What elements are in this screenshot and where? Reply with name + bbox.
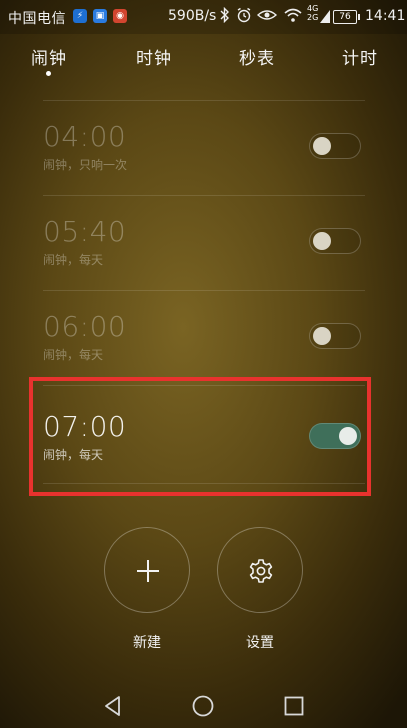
- plus-icon: [137, 560, 159, 582]
- wifi-icon: [283, 7, 303, 27]
- alarm-time: 06:00: [43, 310, 127, 343]
- alarm-clock-icon: [236, 7, 252, 27]
- back-icon[interactable]: [101, 694, 125, 718]
- tab-bar: 闹钟 时钟 秒表 计时: [0, 44, 407, 84]
- alarm-time: 04:00: [43, 120, 127, 153]
- alarm-description: 闹钟，每天: [43, 253, 104, 267]
- status-bar: 中国电信 ⚡ ▣ ◉ 590B/s 4G 2G 76 14:41: [0, 0, 407, 34]
- battery-indicator: 76: [333, 10, 360, 24]
- tab-clock[interactable]: 时钟: [136, 44, 172, 69]
- running-app-icon: ⚡: [73, 9, 87, 23]
- tab-timer[interactable]: 计时: [342, 44, 378, 69]
- network-type: 4G 2G: [307, 4, 318, 22]
- new-alarm-button[interactable]: [104, 527, 190, 613]
- weibo-app-icon: ◉: [113, 9, 127, 23]
- gear-icon: [249, 559, 273, 583]
- alarm-description: 闹钟，只响一次: [43, 158, 128, 172]
- toggle-knob: [313, 327, 331, 345]
- alarm-toggle[interactable]: [309, 228, 361, 254]
- tab-alarm[interactable]: 闹钟: [31, 44, 67, 69]
- navigation-bar: [0, 684, 407, 728]
- new-alarm-label: 新建: [133, 635, 161, 651]
- clock-time: 14:41: [365, 8, 406, 24]
- toggle-knob: [313, 232, 331, 250]
- alarm-item[interactable]: 04:00 闹钟，只响一次: [43, 100, 365, 195]
- recent-apps-icon[interactable]: [282, 694, 306, 718]
- alarm-item[interactable]: 05:40 闹钟，每天: [43, 195, 365, 290]
- active-tab-indicator: [46, 71, 51, 76]
- carrier-label: 中国电信: [8, 11, 66, 27]
- net-speed: 590B/s: [168, 8, 217, 24]
- tab-stopwatch[interactable]: 秒表: [239, 44, 275, 69]
- settings-button[interactable]: [217, 527, 303, 613]
- gallery-app-icon: ▣: [93, 9, 107, 23]
- eye-comfort-icon: [256, 7, 278, 27]
- alarm-toggle[interactable]: [309, 323, 361, 349]
- settings-label: 设置: [246, 635, 274, 651]
- network-type-top: 4G: [307, 4, 319, 13]
- alarm-toggle[interactable]: [309, 133, 361, 159]
- network-type-bottom: 2G: [307, 13, 319, 22]
- alarm-item[interactable]: 06:00 闹钟，每天: [43, 290, 365, 385]
- alarm-description: 闹钟，每天: [43, 348, 104, 362]
- toggle-knob: [313, 137, 331, 155]
- alarm-time: 05:40: [43, 215, 127, 248]
- home-icon[interactable]: [191, 694, 215, 718]
- bluetooth-icon: [220, 6, 230, 27]
- signal-icon: [320, 9, 330, 27]
- highlight-box: [29, 377, 371, 496]
